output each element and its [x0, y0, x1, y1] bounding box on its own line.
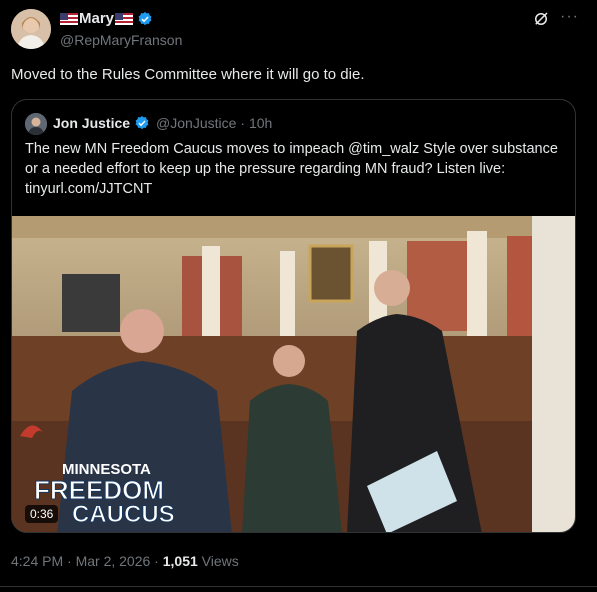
- video-player[interactable]: MINNESOTA FREEDOM CAUCUS 0:36: [12, 216, 575, 532]
- quote-author-avatar[interactable]: [25, 113, 47, 135]
- more-icon[interactable]: ···: [560, 8, 579, 26]
- views-label: Views: [197, 553, 239, 569]
- quote-author-handle[interactable]: @JonJustice: [156, 115, 236, 131]
- quote-time: · 10h: [240, 115, 273, 131]
- author-handle[interactable]: @RepMaryFranson: [60, 32, 182, 48]
- quote-author-name[interactable]: Jon Justice: [53, 115, 130, 131]
- grok-icon[interactable]: [532, 10, 550, 28]
- video-overlay-line3: CAUCUS: [72, 501, 175, 528]
- video-frame: MINNESOTA FREEDOM CAUCUS: [12, 216, 575, 532]
- author-display-name[interactable]: Mary: [79, 10, 114, 27]
- us-flag-icon: [115, 12, 134, 25]
- verified-badge-icon: [138, 11, 152, 25]
- video-duration-badge: 0:36: [25, 505, 59, 523]
- quote-text: The new MN Freedom Caucus moves to impea…: [25, 141, 558, 197]
- meta-separator: ·: [150, 553, 163, 569]
- author-name-row[interactable]: Mary: [60, 10, 153, 27]
- divider: [0, 586, 597, 587]
- tweet-timestamp[interactable]: 4:24 PM · Mar 2, 2026: [11, 553, 150, 569]
- us-flag-icon: [60, 12, 78, 25]
- tweet-meta: 4:24 PM · Mar 2, 2026 · 1,051 Views: [11, 553, 239, 569]
- quote-tweet-card[interactable]: Jon Justice @JonJustice · 10h The new MN…: [11, 99, 576, 533]
- tweet-text: Moved to the Rules Committee where it wi…: [11, 66, 365, 83]
- author-avatar[interactable]: [11, 9, 51, 49]
- verified-badge-icon: [135, 116, 149, 130]
- quote-header: Jon Justice @JonJustice · 10h: [53, 115, 272, 131]
- views-count: 1,051: [162, 553, 198, 569]
